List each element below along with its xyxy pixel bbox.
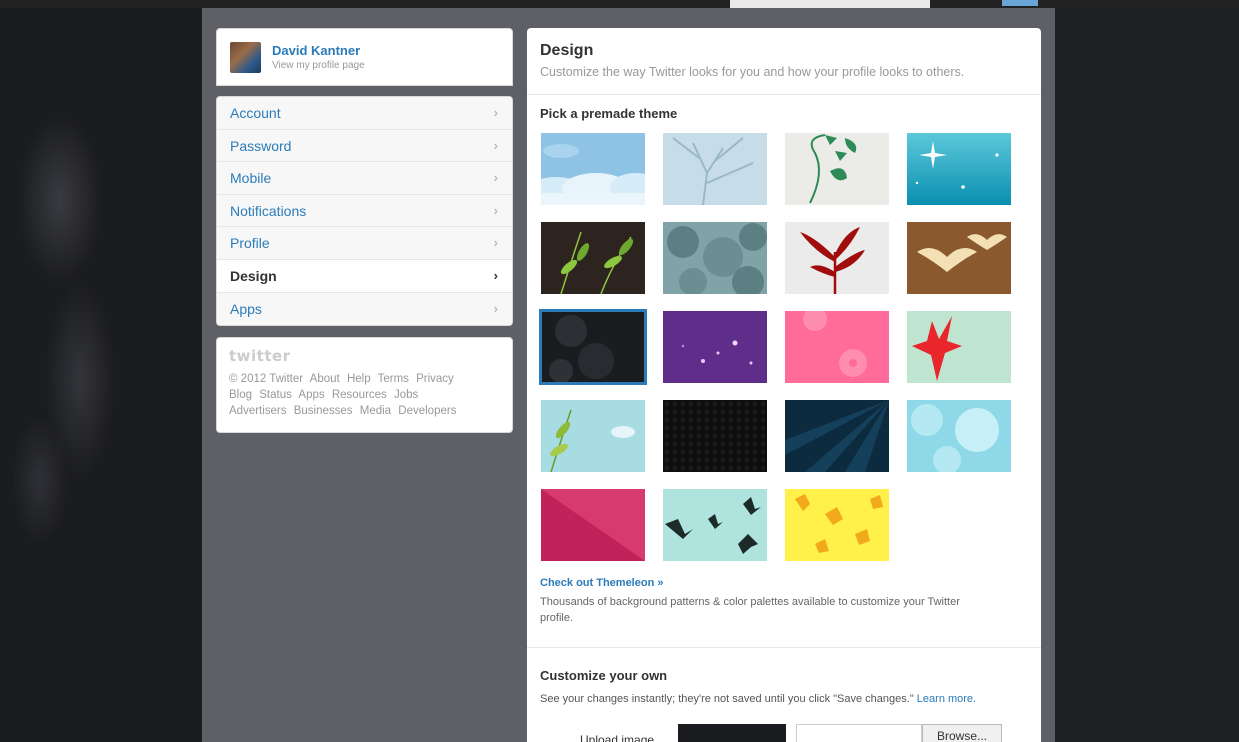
theme-bokeh-cyan[interactable] <box>907 400 1011 472</box>
design-panel: Design Customize the way Twitter looks f… <box>527 28 1041 742</box>
nav-item-profile[interactable]: Profile › <box>217 227 512 260</box>
topbar-search-field[interactable] <box>730 0 930 8</box>
nav-item-label: Account <box>230 105 281 121</box>
chevron-right-icon: › <box>493 235 498 251</box>
section-divider <box>527 647 1041 648</box>
avatar[interactable] <box>230 42 261 73</box>
background-image-preview[interactable] <box>678 724 786 742</box>
nav-item-label: Notifications <box>230 202 307 219</box>
theme-dark-texture[interactable] <box>539 309 647 385</box>
chevron-right-icon: › <box>493 202 498 218</box>
theme-grid <box>539 133 1011 563</box>
file-path-input[interactable] <box>796 724 922 742</box>
settings-container: David Kantner View my profile page Accou… <box>202 8 1055 742</box>
theme-red-plant[interactable] <box>785 222 889 294</box>
theme-rays-navy[interactable] <box>785 400 889 472</box>
theme-foliage-gray[interactable] <box>663 222 767 294</box>
theme-magenta-diagonal[interactable] <box>541 489 645 561</box>
nav-item-label: Mobile <box>230 170 272 187</box>
upload-image-label: Upload image <box>580 733 655 742</box>
nav-item-label: Password <box>230 137 292 154</box>
learn-more-link[interactable]: Learn more. <box>917 693 976 705</box>
chevron-right-icon: › <box>493 170 498 186</box>
browse-button[interactable]: Browse... <box>922 724 1002 742</box>
nav-item-apps[interactable]: Apps › <box>217 292 512 326</box>
footer-link-terms[interactable]: Terms <box>378 373 409 385</box>
footer-link-developers[interactable]: Developers <box>398 405 456 417</box>
background-right <box>1055 0 1239 742</box>
theme-birds-brown[interactable] <box>907 222 1011 294</box>
footer-link-businesses[interactable]: Businesses <box>294 405 353 417</box>
theme-green-leaves-dark[interactable] <box>541 222 645 294</box>
theme-yellow-leaves[interactable] <box>785 489 889 561</box>
theme-green-vines[interactable] <box>785 133 889 205</box>
footer-link-advertisers[interactable]: Advertisers <box>229 405 287 417</box>
theme-leaves-mint[interactable] <box>541 400 645 472</box>
footer-link-privacy[interactable]: Privacy <box>416 373 454 385</box>
footer-link-status[interactable]: Status <box>259 389 292 401</box>
theme-red-leaf-mint[interactable] <box>907 311 1011 383</box>
nav-item-label: Apps <box>230 300 262 317</box>
theme-sparkles-teal[interactable] <box>907 133 1011 205</box>
background-texture <box>0 0 202 742</box>
profile-card[interactable]: David Kantner View my profile page <box>216 28 513 86</box>
chevron-right-icon: › <box>493 105 498 120</box>
page-subtitle: Customize the way Twitter looks for you … <box>540 65 965 79</box>
footer-link-resources[interactable]: Resources <box>332 389 387 401</box>
theme-pink-flowers[interactable] <box>785 311 889 383</box>
customize-heading: Customize your own <box>540 668 668 683</box>
nav-item-label: Profile <box>230 235 270 252</box>
footer-link-about[interactable]: About <box>310 373 340 385</box>
view-profile-link[interactable]: View my profile page <box>272 60 365 71</box>
nav-item-account[interactable]: Account › <box>217 97 512 130</box>
theme-birds-mint[interactable] <box>663 489 767 561</box>
design-header: Design Customize the way Twitter looks f… <box>527 28 1041 95</box>
theme-clouds[interactable] <box>541 133 645 205</box>
copyright: © 2012 Twitter <box>229 373 304 385</box>
theme-tree-branches[interactable] <box>663 133 767 205</box>
profile-name[interactable]: David Kantner <box>272 43 360 58</box>
footer-link-help[interactable]: Help <box>347 373 371 385</box>
chevron-right-icon: › <box>493 300 498 316</box>
nav-item-design[interactable]: Design › <box>217 259 512 293</box>
nav-item-mobile[interactable]: Mobile › <box>217 162 512 195</box>
twitter-logo: twitter <box>229 347 291 365</box>
chevron-right-icon: › <box>493 267 498 283</box>
footer-link-media[interactable]: Media <box>360 405 391 417</box>
footer-card: twitter © 2012 Twitter About Help Terms … <box>216 337 513 433</box>
nav-item-label: Design <box>230 267 277 284</box>
footer-links: © 2012 Twitter About Help Terms Privacy … <box>229 371 500 419</box>
chevron-right-icon: › <box>493 137 498 153</box>
page-title: Design <box>540 42 594 59</box>
theme-purple-sparkle[interactable] <box>663 311 767 383</box>
footer-link-jobs[interactable]: Jobs <box>394 389 418 401</box>
nav-item-password[interactable]: Password › <box>217 129 512 163</box>
themeleon-link[interactable]: Check out Themeleon » <box>540 577 663 589</box>
nav-item-notifications[interactable]: Notifications › <box>217 194 512 228</box>
top-bar <box>0 0 1239 8</box>
customize-description-text: See your changes instantly; they're not … <box>540 693 914 705</box>
theme-hex-black[interactable] <box>663 400 767 472</box>
settings-nav: Account › Password › Mobile › Notificati… <box>216 96 513 327</box>
premade-theme-heading: Pick a premade theme <box>540 106 678 121</box>
topbar-button[interactable] <box>1002 0 1038 6</box>
footer-link-apps[interactable]: Apps <box>298 389 324 401</box>
customize-description: See your changes instantly; they're not … <box>540 693 976 705</box>
themeleon-description: Thousands of background patterns & color… <box>540 596 960 624</box>
footer-link-blog[interactable]: Blog <box>229 389 252 401</box>
